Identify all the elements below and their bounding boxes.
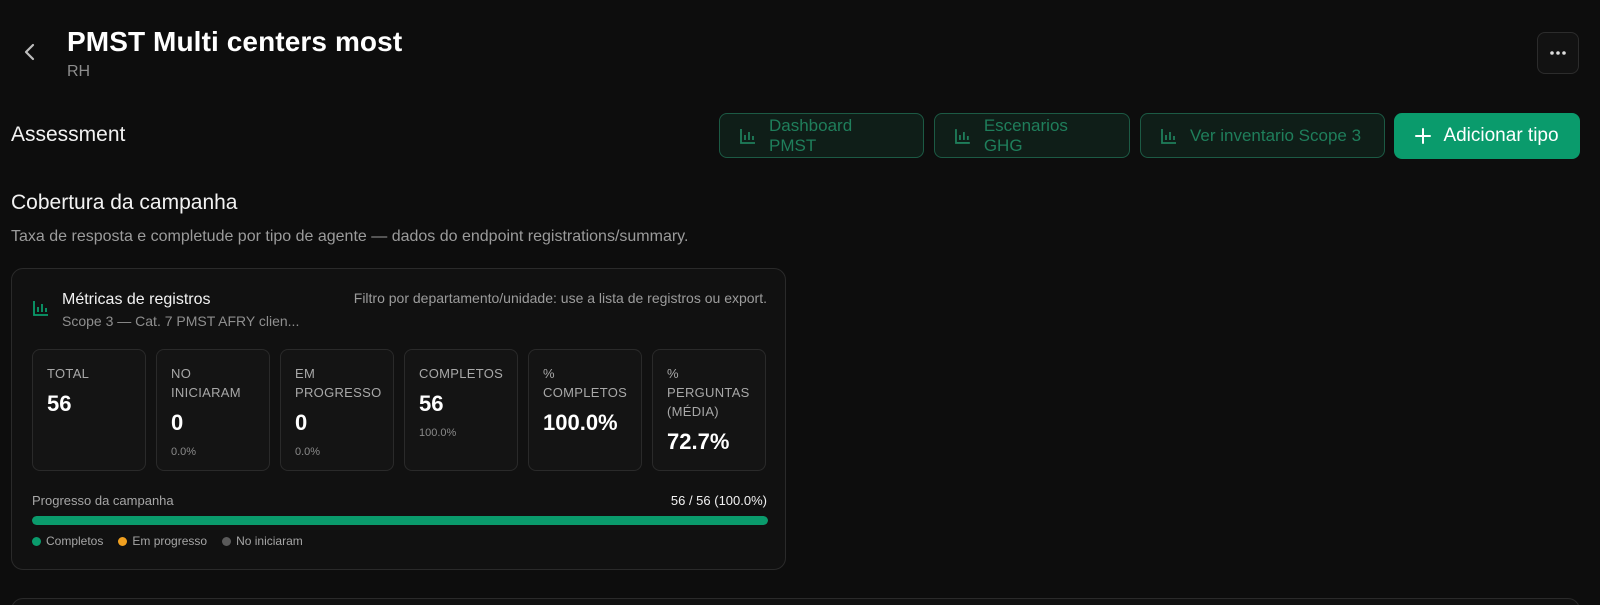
campaign-progress-bar (32, 516, 768, 525)
metric-label: % PERGUNTAS (MÉDIA) (667, 366, 750, 419)
metric-no-iniciaram: NO INICIARAM 0 0.0% (156, 349, 270, 471)
legend-item-em-progresso: Em progresso (118, 534, 207, 548)
metric-pct-completos: % COMPLETOS 100.0% (528, 349, 642, 471)
metric-total: TOTAL 56 (32, 349, 146, 471)
metric-label: TOTAL (47, 366, 90, 381)
metric-label: COMPLETOS (419, 366, 504, 381)
metric-percent: 0.0% (295, 446, 321, 458)
more-horizontal-icon (1550, 51, 1566, 55)
progress-value: 56 / 56 (100.0%) (670, 493, 767, 508)
metric-label: EM PROGRESSO (295, 366, 382, 400)
metric-label: % COMPLETOS (543, 366, 628, 400)
chevron-left-icon (24, 43, 35, 61)
campaign-coverage-title: Cobertura da campanha (11, 191, 238, 214)
metric-value: 0 (295, 410, 308, 435)
bar-chart-icon (1161, 128, 1176, 144)
progress-legend: Completos Em progresso No iniciaram (32, 534, 303, 548)
progress-fill (32, 516, 768, 525)
metric-value: 0 (171, 410, 184, 435)
metric-em-progresso: EM PROGRESSO 0 0.0% (280, 349, 394, 471)
legend-dot (118, 536, 128, 546)
back-button[interactable] (16, 38, 44, 66)
assessment-title: Assessment (11, 123, 126, 146)
dashboard-pmst-button[interactable]: Dashboard PMST (719, 113, 924, 158)
more-options-button[interactable] (1537, 32, 1579, 74)
legend-label: Em progresso (132, 534, 208, 548)
page: PMST Multi centers most RH Assessment Da… (0, 0, 1600, 605)
page-subtitle: RH (67, 63, 91, 80)
page-title: PMST Multi centers most (67, 26, 403, 57)
card-subtitle: Scope 3 — Cat. 7 PMST AFRY clien... (62, 313, 300, 329)
next-section-card (11, 598, 1580, 605)
escenarios-ghg-label: Escenarios GHG (983, 115, 1068, 155)
bar-chart-icon (955, 128, 970, 144)
ver-inventario-scope3-button[interactable]: Ver inventario Scope 3 (1140, 113, 1385, 158)
metric-pct-perguntas: % PERGUNTAS (MÉDIA) 72.7% (652, 349, 766, 471)
escenarios-ghg-button[interactable]: Escenarios GHG (934, 113, 1130, 158)
metric-completos: COMPLETOS 56 100.0% (404, 349, 518, 471)
metric-value: 100.0% (543, 410, 618, 435)
plus-icon (1415, 128, 1432, 144)
metric-value: 72.7% (667, 429, 730, 454)
metric-percent: 100.0% (419, 427, 457, 439)
legend-label: No iniciaram (236, 534, 303, 548)
page-header: PMST Multi centers most RH (0, 0, 1600, 100)
filter-note: Filtro por departamento/unidade: use a l… (353, 290, 767, 306)
metric-value: 56 (419, 391, 444, 416)
bar-chart-icon (740, 128, 755, 144)
adicionar-tipo-button[interactable]: Adicionar tipo (1394, 113, 1580, 159)
legend-dot (222, 536, 232, 546)
dashboard-pmst-label: Dashboard PMST (768, 115, 853, 155)
metric-label: NO INICIARAM (171, 366, 241, 400)
adicionar-tipo-label: Adicionar tipo (1443, 125, 1559, 146)
legend-item-completos: Completos (32, 534, 103, 548)
metric-percent: 0.0% (171, 446, 197, 458)
progress-label: Progresso da campanha (32, 493, 174, 508)
bar-chart-icon (33, 301, 48, 316)
registration-metrics-card: Métricas de registros Scope 3 — Cat. 7 P… (11, 268, 786, 570)
legend-item-no-iniciaram: No iniciaram (222, 534, 303, 548)
card-title: Métricas de registros (62, 291, 211, 308)
metric-value: 56 (47, 391, 72, 416)
legend-label: Completos (46, 534, 104, 548)
ver-inventario-scope3-label: Ver inventario Scope 3 (1190, 125, 1362, 145)
campaign-coverage-description: Taxa de resposta e completude por tipo d… (11, 228, 689, 245)
legend-dot (32, 536, 41, 546)
